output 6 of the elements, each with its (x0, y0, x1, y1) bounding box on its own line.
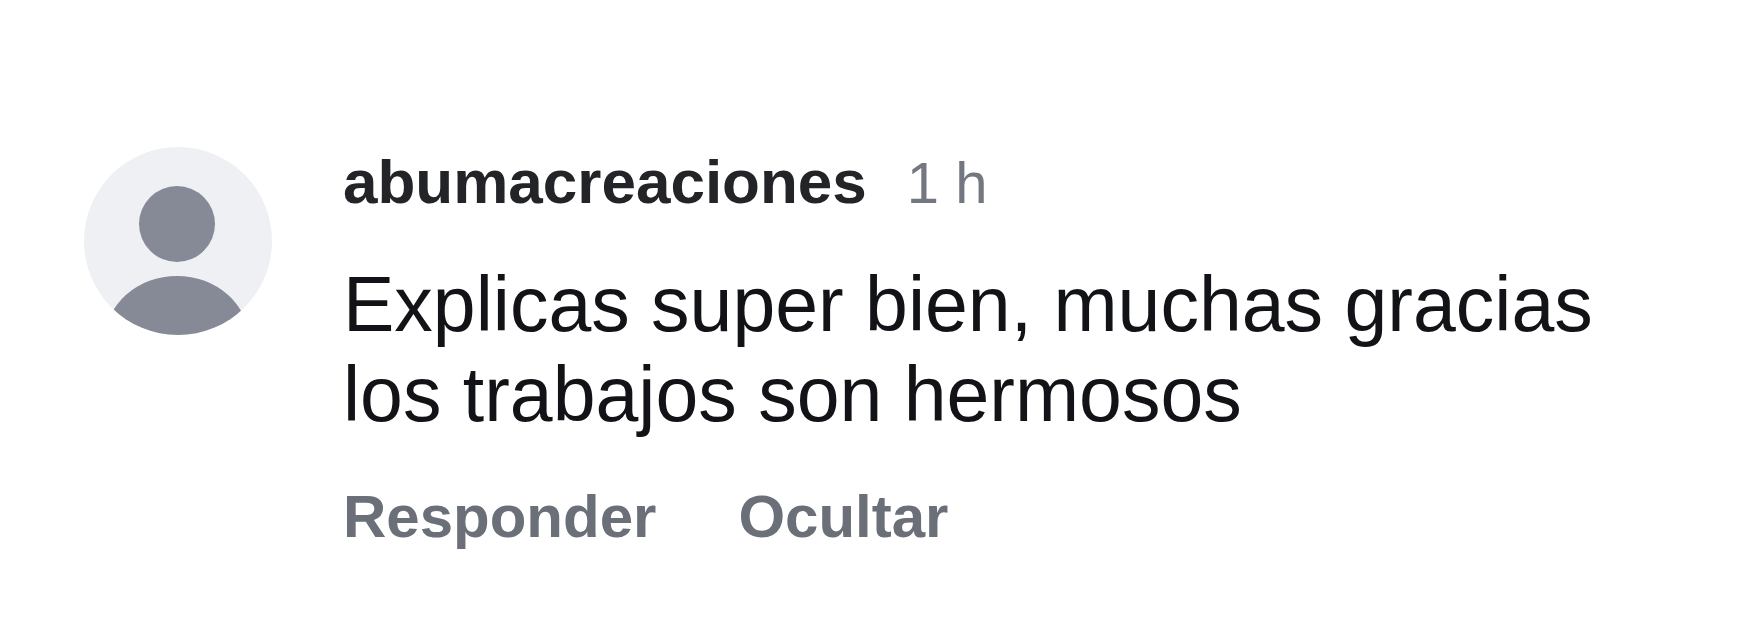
comment-action-button[interactable]: Ocultar (738, 482, 949, 552)
avatar-silhouette-icon (84, 147, 272, 335)
username[interactable]: abumacreaciones (343, 147, 867, 217)
comment-text: Explicas super bien, muchas gracias los trabajos son hermosos (343, 260, 1594, 439)
comment-action-button[interactable]: Responder (343, 482, 657, 552)
timestamp: 1 h (906, 149, 988, 217)
